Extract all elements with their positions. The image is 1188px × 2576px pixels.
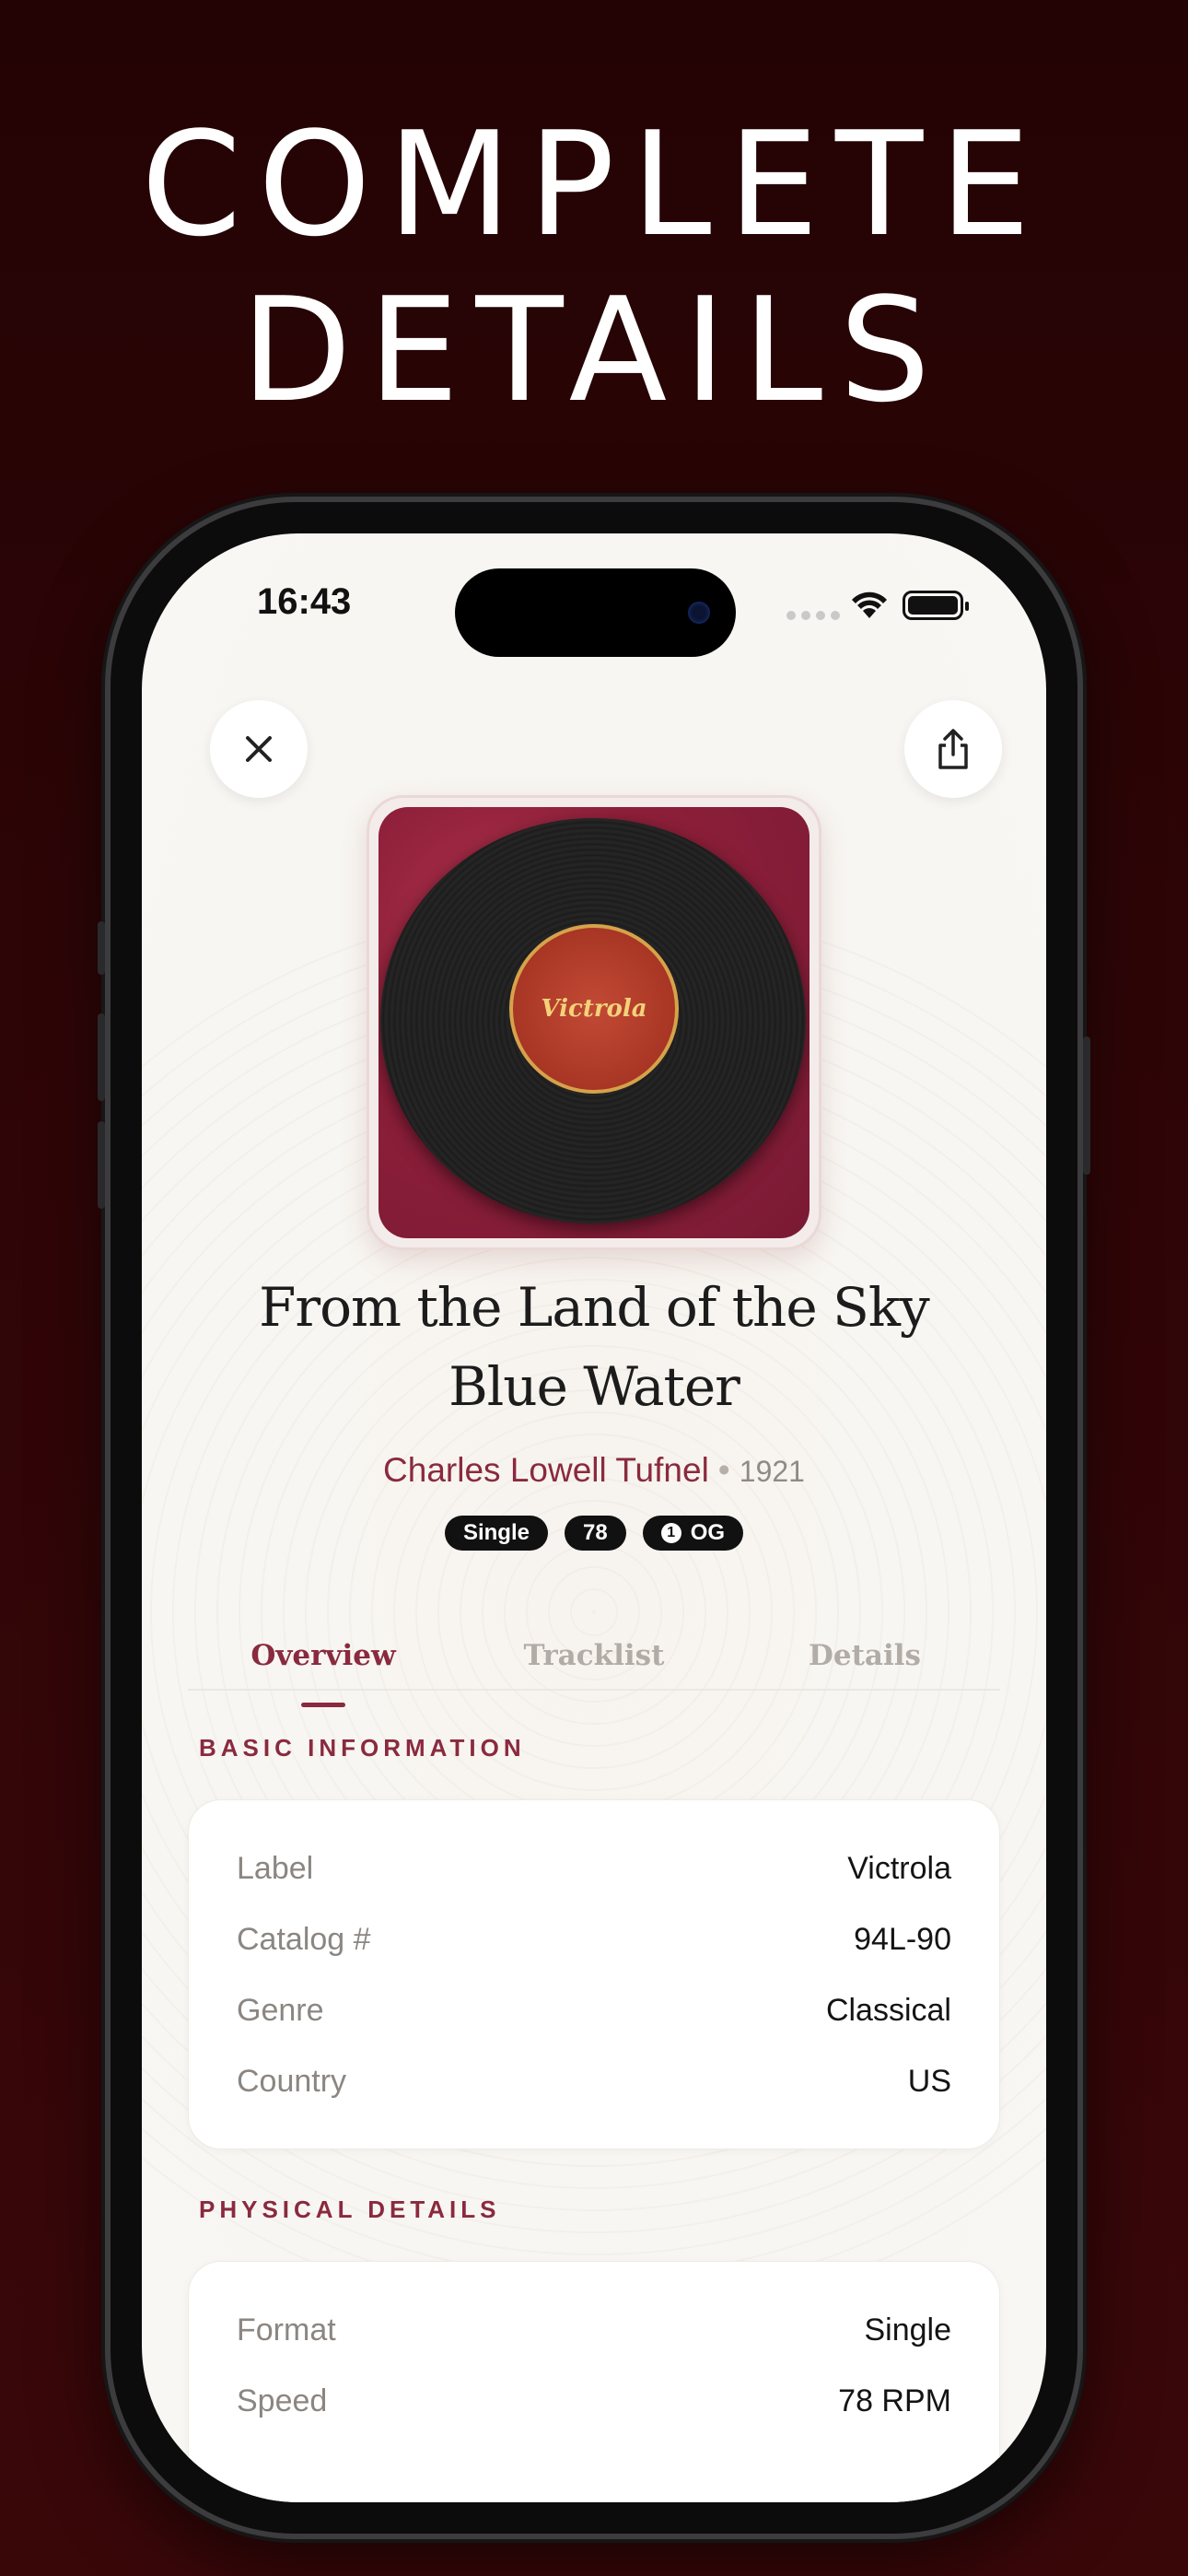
tag-speed-label: 78 — [582, 1520, 608, 1545]
info-row-catalog: Catalog # 94L-90 — [237, 1916, 951, 1962]
tag-count-badge: 1 — [660, 1523, 681, 1543]
vinyl-record-photo: Victrola — [380, 818, 806, 1224]
phone-action-button — [98, 921, 105, 975]
info-key: Speed — [237, 2383, 328, 2418]
info-row-label: Label Victrola — [237, 1845, 951, 1891]
record-label: Victrola — [509, 924, 679, 1094]
info-row-genre: Genre Classical — [237, 1987, 951, 2033]
detail-tabs: Overview Tracklist Details — [188, 1639, 1000, 1707]
tab-overview[interactable]: Overview — [188, 1639, 459, 1707]
tag-format-label: Single — [462, 1520, 530, 1545]
record-title: From the Land of the Sky Blue Water — [259, 1276, 930, 1418]
wifi-icon — [852, 591, 887, 618]
album-cover-frame: Victrola — [367, 795, 821, 1250]
info-key: Label — [237, 1850, 314, 1886]
app-screen: 16:43 Victrola From the Land of the Sky … — [142, 533, 1046, 2502]
artist-year-row: Charles Lowell Tufnel • 1921 — [142, 1451, 1046, 1490]
tab-tracklist[interactable]: Tracklist — [459, 1639, 729, 1689]
tag-format: Single — [444, 1516, 548, 1551]
share-icon — [938, 729, 968, 769]
promo-headline: COMPLETE DETAILS — [0, 101, 1188, 433]
promo-line-1: COMPLETE — [141, 100, 1047, 268]
album-cover-image[interactable]: Victrola — [379, 807, 809, 1238]
dynamic-island — [455, 568, 736, 657]
info-row-speed: Speed 78 RPM — [237, 2378, 951, 2424]
share-button[interactable] — [904, 700, 1002, 798]
tag-speed: 78 — [564, 1516, 626, 1551]
info-value: 94L-90 — [854, 1921, 951, 1957]
info-row-format: Format Single — [237, 2307, 951, 2353]
tab-details[interactable]: Details — [729, 1639, 1000, 1689]
info-value: Single — [864, 2312, 951, 2348]
info-value: US — [907, 2063, 951, 2099]
physical-details-heading: PHYSICAL DETAILS — [199, 2195, 501, 2223]
tag-original-pressing: 1 OG — [642, 1516, 744, 1551]
info-key: Country — [237, 2063, 347, 2099]
phone-volume-up-button — [98, 1013, 105, 1101]
info-row-country: Country US — [237, 2058, 951, 2104]
basic-information-card: Label Victrola Catalog # 94L-90 Genre Class… — [188, 1799, 1000, 2149]
phone-volume-down-button — [98, 1121, 105, 1209]
close-icon — [246, 736, 272, 762]
camera-icon — [688, 602, 710, 624]
physical-details-card: Format Single Speed 78 RPM — [188, 2261, 1000, 2502]
info-key: Format — [237, 2312, 336, 2348]
separator-dot: • — [717, 1451, 730, 1489]
info-value: Classical — [825, 1992, 951, 2028]
info-value: Victrola — [847, 1850, 951, 1886]
artist-link[interactable]: Charles Lowell Tufnel — [383, 1451, 709, 1489]
record-tags: Single 78 1 OG — [142, 1516, 1046, 1551]
basic-information-heading: BASIC INFORMATION — [199, 1734, 526, 1762]
record-label-brand: Victrola — [541, 995, 647, 1023]
status-time: 16:43 — [257, 581, 352, 622]
tag-original-label: OG — [690, 1520, 726, 1545]
info-value: 78 RPM — [838, 2383, 951, 2418]
promo-line-2: DETAILS — [240, 266, 948, 434]
phone-power-button — [1083, 1036, 1090, 1175]
battery-icon — [903, 591, 969, 620]
phone-frame: 16:43 Victrola From the Land of the Sky … — [98, 502, 1090, 2534]
info-key: Catalog # — [237, 1921, 371, 1957]
release-year: 1921 — [739, 1455, 805, 1488]
cellular-signal-icon — [786, 611, 840, 620]
info-key: Genre — [237, 1992, 324, 2028]
close-button[interactable] — [210, 700, 308, 798]
